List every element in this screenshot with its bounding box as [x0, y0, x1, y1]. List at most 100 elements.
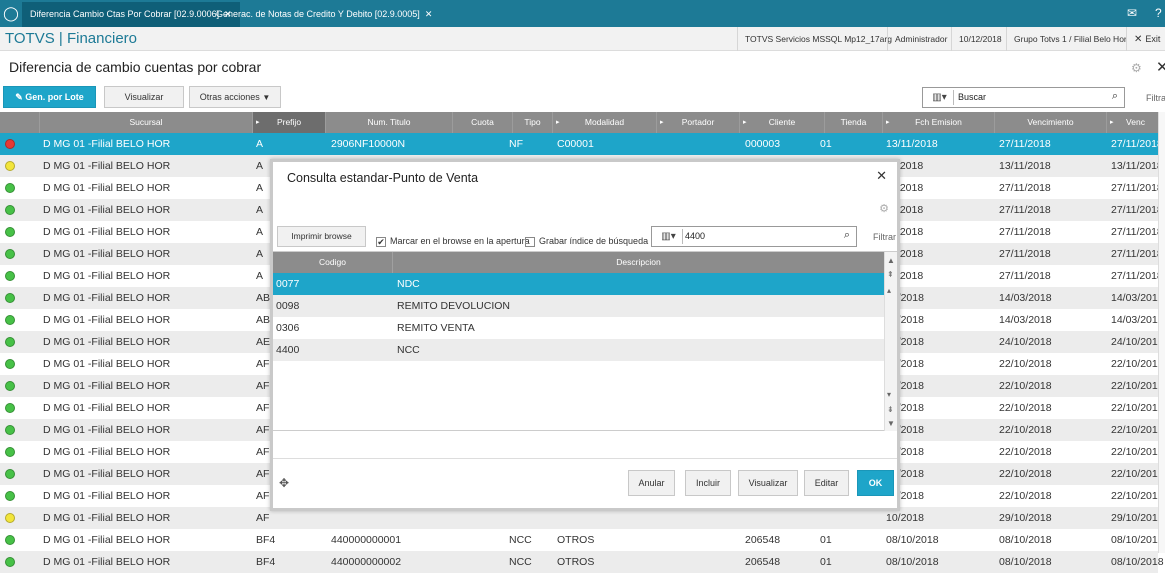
- cell-suc: D MG 01 -Filial BELO HOR: [43, 490, 171, 502]
- col-header[interactable]: ▸ Prefijo: [253, 112, 326, 133]
- dialog-footer: ✥ Anular Incluir Visualizar Editar OK: [273, 458, 897, 508]
- cell-vr: 27/11/2018: [1111, 248, 1163, 260]
- cell-pre: AF: [256, 424, 270, 436]
- mail-icon[interactable]: ✉: [1127, 0, 1137, 27]
- home-icon[interactable]: ◯: [0, 0, 22, 27]
- search-icon[interactable]: ⌕: [1112, 90, 1118, 103]
- tab-diferencia-cambio[interactable]: Diferencia Cambio Ctas Por Cobrar [02.9.…: [22, 2, 240, 27]
- col-header[interactable]: Sucursal: [40, 112, 253, 133]
- cell-ven: 14/03/2018: [999, 292, 1052, 304]
- cell-ven: 22/10/2018: [999, 424, 1052, 436]
- column-selector-icon[interactable]: ▥▾: [655, 229, 683, 244]
- cell-pre: BF4: [256, 534, 276, 546]
- move-icon[interactable]: ✥: [279, 476, 289, 490]
- table-row[interactable]: D MG 01 -Filial BELO HOR BF4 440000000001 N…: [0, 529, 1164, 551]
- cell-ven: 29/10/2018: [999, 512, 1052, 524]
- cell-pre: AB: [256, 314, 271, 326]
- list-item[interactable]: 4400 NCC: [273, 339, 884, 361]
- cell-vr: 13/11/2018: [1111, 160, 1163, 172]
- list-item[interactable]: 0098 REMITO DEVOLUCION: [273, 295, 884, 317]
- dialog-search-field[interactable]: ▥▾ 4400 ⌕: [651, 226, 857, 247]
- close-icon[interactable]: ✕: [876, 168, 887, 184]
- cell-mod: OTROS: [557, 534, 595, 546]
- col-header[interactable]: Tipo: [513, 112, 553, 133]
- vertical-scrollbar[interactable]: [1158, 112, 1165, 553]
- cell-ven: 22/10/2018: [999, 468, 1052, 480]
- status-green-icon: [5, 381, 15, 391]
- scroll-down-icon[interactable]: ▾: [887, 390, 891, 399]
- cell-vr: 22/10/2018: [1111, 424, 1164, 436]
- cell-pre: AE: [256, 336, 271, 348]
- status-green-icon: [5, 337, 15, 347]
- gear-icon[interactable]: ⚙: [879, 202, 889, 215]
- marcar-browse-checkbox[interactable]: ✔ Marcar en el browse en la apertura: [376, 236, 530, 247]
- col-header[interactable]: Cuota: [453, 112, 513, 133]
- filtrar-link[interactable]: Filtrar: [873, 232, 896, 242]
- col-header[interactable]: ▸ Modalidad: [553, 112, 657, 133]
- search-input[interactable]: Buscar: [958, 88, 986, 107]
- scroll-down-icon[interactable]: ▼: [887, 419, 895, 428]
- dialog-search-input[interactable]: 4400: [685, 227, 705, 246]
- column-selector-icon[interactable]: ▥▾: [926, 90, 954, 105]
- col-header[interactable]: ▸ Cliente: [740, 112, 825, 133]
- imprimir-browse-button[interactable]: Imprimir browse: [277, 226, 366, 247]
- table-row[interactable]: D MG 01 -Filial BELO HOR BF4 440000000002 N…: [0, 551, 1164, 573]
- status-green-icon: [5, 403, 15, 413]
- cell-suc: D MG 01 -Filial BELO HOR: [43, 226, 171, 238]
- scroll-up-icon[interactable]: ▲: [887, 256, 895, 265]
- filtrar-link[interactable]: Filtrar: [1146, 93, 1165, 103]
- cell-pre: AF: [256, 402, 270, 414]
- status-green-icon: [5, 271, 15, 281]
- cell-num: 440000000002: [331, 556, 402, 568]
- status-green-icon: [5, 535, 15, 545]
- cell-pre: BF4: [256, 556, 276, 568]
- help-icon[interactable]: ?: [1155, 0, 1162, 27]
- cell-vr: 22/10/2018: [1111, 358, 1164, 370]
- status-green-icon: [5, 425, 15, 435]
- exit-button[interactable]: ✕ Exit: [1126, 27, 1165, 51]
- sort-icon: ▸: [1110, 119, 1114, 126]
- otras-acciones-button[interactable]: Otras acciones ▼: [189, 86, 281, 108]
- close-icon[interactable]: ✕: [1156, 58, 1165, 76]
- tab-generac-notas[interactable]: Generac. de Notas de Credito Y Debito [0…: [208, 2, 440, 27]
- col-header[interactable]: Tienda: [825, 112, 883, 133]
- cell-codigo: 0306: [276, 322, 300, 334]
- gen-por-lote-button[interactable]: ✎ Gen. por Lote: [3, 86, 96, 108]
- incluir-button[interactable]: Incluir: [685, 470, 731, 496]
- col-descripcion[interactable]: Descripcion: [393, 252, 884, 273]
- status-green-icon: [5, 249, 15, 259]
- checkbox-empty-icon: [525, 236, 535, 247]
- dialog-scrollbar[interactable]: ▲ ⇞ ▴ ▾ ⇟ ▼: [884, 252, 897, 431]
- status-green-icon: [5, 183, 15, 193]
- col-header[interactable]: Num. Titulo: [326, 112, 453, 133]
- checkmark-icon: ✔: [376, 236, 386, 247]
- scroll-bottom-icon[interactable]: ⇟: [887, 405, 894, 414]
- scroll-up-icon[interactable]: ▴: [887, 286, 891, 295]
- list-item[interactable]: 0077 NDC: [273, 273, 884, 295]
- col-header[interactable]: Vencimiento: [995, 112, 1107, 133]
- status-green-icon: [5, 227, 15, 237]
- col-header[interactable]: ▸ Portador: [657, 112, 740, 133]
- page-title: Diferencia de cambio cuentas por cobrar: [9, 59, 262, 75]
- editar-button[interactable]: Editar: [804, 470, 849, 496]
- scroll-top-icon[interactable]: ⇞: [887, 270, 894, 279]
- cell-ven: 08/10/2018: [999, 534, 1052, 546]
- cell-pre: A: [256, 248, 264, 260]
- visualizar-button[interactable]: Visualizar: [738, 470, 798, 496]
- cell-ven: 27/11/2018: [999, 270, 1051, 282]
- visualizar-button[interactable]: Visualizar: [104, 86, 184, 108]
- table-row[interactable]: D MG 01 -Filial BELO HOR A 2906NF10000N NF C…: [0, 133, 1163, 155]
- search-field[interactable]: ▥▾ Buscar ⌕: [922, 87, 1125, 108]
- col-header[interactable]: ▸ Fch Emision: [883, 112, 995, 133]
- col-codigo[interactable]: Codigo: [273, 252, 393, 273]
- grabar-indice-checkbox[interactable]: Grabar índice de búsqueda: [525, 236, 648, 247]
- search-icon[interactable]: ⌕: [844, 229, 850, 242]
- col-status[interactable]: [0, 112, 40, 133]
- list-item[interactable]: 0306 REMITO VENTA: [273, 317, 884, 339]
- close-icon[interactable]: ✕: [425, 9, 433, 19]
- dialog-grid: Codigo Descripcion 0077 NDC 0098 REMITO DEV…: [273, 251, 897, 431]
- gear-icon[interactable]: ⚙: [1131, 61, 1142, 75]
- anular-button[interactable]: Anular: [628, 470, 675, 496]
- col-header[interactable]: ▸ Venc: [1107, 112, 1165, 133]
- ok-button[interactable]: OK: [857, 470, 894, 496]
